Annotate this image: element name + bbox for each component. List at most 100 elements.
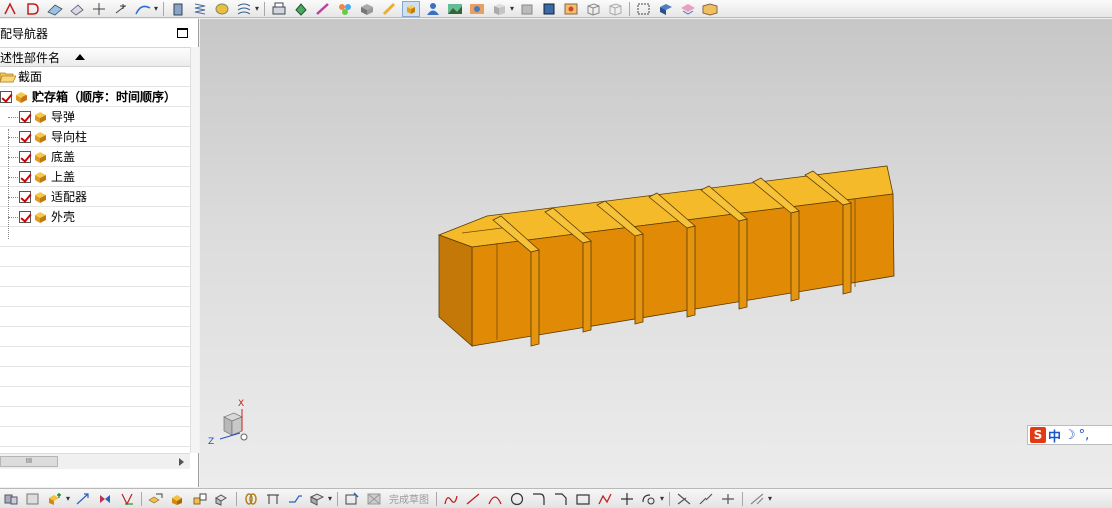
dropdown-arrow-icon[interactable]: ▾ (255, 4, 259, 13)
make-corner-icon[interactable] (748, 491, 766, 507)
move-component-icon[interactable] (74, 491, 92, 507)
sketch-icon[interactable] (343, 491, 361, 507)
visibility-checkbox[interactable] (19, 190, 31, 203)
pencil-icon[interactable] (380, 1, 398, 17)
arc-icon[interactable] (486, 491, 504, 507)
spring-icon[interactable] (191, 1, 209, 17)
dropdown-arrow-icon[interactable]: ▾ (510, 4, 514, 13)
column-header-part-name[interactable]: 述性部件名 (0, 47, 190, 67)
polygon-icon[interactable] (596, 491, 614, 507)
photo-icon[interactable] (468, 1, 486, 17)
visibility-checkbox[interactable] (19, 150, 31, 163)
moon-icon[interactable]: ☽ (1064, 428, 1076, 443)
tree-row-part-bottom-cover[interactable]: 底盖 (0, 147, 190, 167)
render-icon[interactable] (292, 1, 310, 17)
offset-curve-icon[interactable] (640, 491, 658, 507)
wave-link-icon[interactable] (213, 491, 231, 507)
book-icon[interactable] (701, 1, 719, 17)
sogou-logo-icon[interactable]: S (1030, 427, 1046, 443)
ime-status-bar[interactable]: S 中 ☽ °, (1027, 425, 1112, 445)
explode-icon[interactable] (147, 491, 165, 507)
dropdown-arrow-icon[interactable]: ▾ (66, 494, 70, 503)
tree-row-part-adapter[interactable]: 适配器 (0, 187, 190, 207)
route-icon[interactable] (286, 491, 304, 507)
offset-surface-icon[interactable] (68, 1, 86, 17)
tree-row-part-missile[interactable]: 导弹 (0, 107, 190, 127)
fillet-icon[interactable] (530, 491, 548, 507)
chamfer-icon[interactable] (552, 491, 570, 507)
ime-punctuation[interactable]: °, (1079, 428, 1090, 443)
shaded-cube-icon[interactable] (402, 0, 421, 17)
rectangle-icon[interactable] (574, 491, 592, 507)
circle-icon[interactable] (508, 491, 526, 507)
dropdown-arrow-icon[interactable]: ▾ (660, 494, 664, 503)
person-icon[interactable] (424, 1, 442, 17)
cylinder-icon[interactable] (169, 1, 187, 17)
finish-sketch-icon[interactable] (365, 491, 383, 507)
dropdown-arrow-icon[interactable]: ▾ (768, 494, 772, 503)
visibility-checkbox[interactable] (0, 90, 12, 103)
visibility-checkbox[interactable] (19, 110, 31, 123)
tree-row-part-top-cover[interactable]: 上盖 (0, 167, 190, 187)
display-icon[interactable] (657, 1, 675, 17)
scrollbar-thumb[interactable]: III (0, 456, 58, 467)
tree-row-part-guide-post[interactable]: 导向柱 (0, 127, 190, 147)
tree-row-part-shell[interactable]: 外壳 (0, 207, 190, 227)
view-cube-icon[interactable] (308, 491, 326, 507)
surface-icon[interactable] (46, 1, 64, 17)
ring-icon[interactable] (213, 1, 231, 17)
trim-icon[interactable] (675, 491, 693, 507)
image-icon[interactable] (446, 1, 464, 17)
view-cube-icon[interactable] (490, 1, 508, 17)
replace-component-icon[interactable] (191, 491, 209, 507)
component-icon[interactable] (24, 491, 42, 507)
profile-icon[interactable] (442, 491, 460, 507)
visibility-checkbox[interactable] (19, 130, 31, 143)
quick-trim-icon[interactable] (719, 491, 737, 507)
horizontal-scrollbar[interactable]: III (0, 453, 190, 469)
constraint-icon[interactable] (118, 491, 136, 507)
part-icon (35, 111, 46, 123)
chain-link-icon[interactable] (242, 491, 260, 507)
clamp-icon[interactable] (264, 491, 282, 507)
band-1-front (530, 249, 540, 347)
dropdown-arrow-icon[interactable]: ▾ (154, 4, 158, 13)
wire-cube-2-icon[interactable] (606, 1, 624, 17)
print-icon[interactable] (270, 1, 288, 17)
color-palette-icon[interactable] (336, 1, 354, 17)
vertical-scroll-strip[interactable] (190, 47, 199, 453)
empty-row (0, 407, 190, 427)
add-component-icon[interactable] (46, 491, 64, 507)
point-set-icon[interactable] (112, 1, 130, 17)
storage-box-model[interactable] (200, 19, 1112, 488)
material-icon[interactable] (358, 1, 376, 17)
point-plus-icon[interactable] (618, 491, 636, 507)
coil-icon[interactable] (235, 1, 253, 17)
brush-icon[interactable] (314, 1, 332, 17)
wire-cube-icon[interactable] (584, 1, 602, 17)
layer-icon[interactable] (679, 1, 697, 17)
visibility-checkbox[interactable] (19, 170, 31, 183)
curve-icon[interactable] (134, 1, 152, 17)
frame-select-icon[interactable] (635, 1, 653, 17)
delete-face-icon[interactable] (24, 1, 42, 17)
sketch-curve-icon[interactable] (2, 1, 20, 17)
line-icon[interactable] (464, 491, 482, 507)
picture-icon[interactable] (562, 1, 580, 17)
point-icon[interactable] (90, 1, 108, 17)
tree-row-assembly[interactable]: 贮存箱（顺序：时间顺序） (0, 87, 190, 107)
scroll-right-icon[interactable] (179, 458, 184, 466)
graphics-viewport[interactable]: X Z S 中 ☽ °, (200, 19, 1112, 488)
visibility-checkbox[interactable] (19, 210, 31, 223)
dropdown-arrow-icon[interactable]: ▾ (328, 494, 332, 503)
ime-chinese-mode[interactable]: 中 (1048, 426, 1061, 445)
blue-box-icon[interactable] (540, 1, 558, 17)
finish-sketch-label[interactable]: 完成草图 (389, 491, 429, 506)
restore-window-icon[interactable] (177, 28, 188, 38)
extend-icon[interactable] (697, 491, 715, 507)
assembly-tools-icon[interactable] (2, 491, 20, 507)
mirror-icon[interactable] (96, 491, 114, 507)
gray-cube-icon[interactable] (518, 1, 536, 17)
subassembly-icon[interactable] (169, 491, 187, 507)
tree-row-section[interactable]: 截面 (0, 67, 190, 87)
